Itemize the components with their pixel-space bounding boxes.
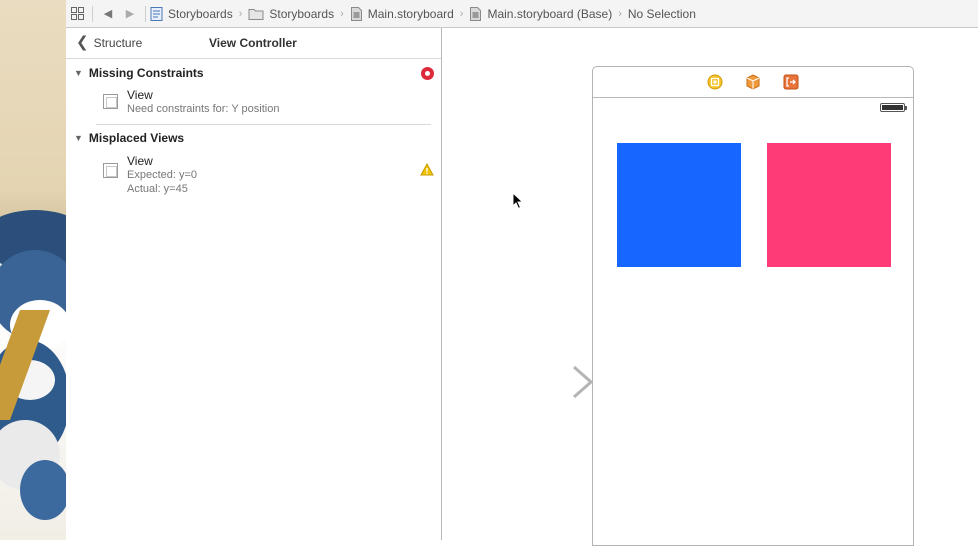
chevron-left-icon: ❮ [76,34,89,51]
desktop-wallpaper [0,0,66,540]
folder-icon [248,8,264,20]
issue-detail: Expected: y=0 [127,169,198,181]
breadcrumb-label: Main.storyboard [367,6,454,21]
back-nav-button[interactable]: ◀ [97,3,119,25]
section-title: Missing Constraints [88,66,204,80]
storyboard-file-icon [470,6,482,21]
issue-item[interactable]: View Need constraints for: Y position [66,86,441,124]
breadcrumb-chevron-icon: › [459,7,464,20]
blue-view[interactable] [617,143,741,267]
view-object-icon [103,163,118,178]
breadcrumb-storyboard-base[interactable]: Main.storyboard (Base) [469,6,613,21]
view-object-icon [103,94,118,109]
breadcrumb-label: Storyboards [168,6,233,21]
issue-view-name: View [127,154,153,168]
exit-icon[interactable] [783,74,799,90]
forward-arrow-icon: ▶ [125,8,135,20]
pink-view[interactable] [767,143,891,267]
mouse-pointer-icon [512,192,524,210]
storyboard-canvas[interactable] [443,28,978,546]
scene-dock [593,67,913,98]
first-responder-icon[interactable] [745,74,761,90]
back-button-label: Structure [93,36,143,50]
breadcrumb-chevron-icon: › [618,7,622,20]
jumpbar-separator [92,5,93,22]
breadcrumb-chevron-icon: › [340,7,344,20]
xcode-window: ◀ ▶ Storyboards › Storyboards › Main.sto… [66,0,978,546]
section-misplaced-views[interactable]: ▼ Misplaced Views [66,125,441,151]
breadcrumb-label: Main.storyboard (Base) [487,6,613,21]
jumpbar-separator [145,5,146,22]
panel-title: View Controller [209,36,297,50]
section-title: Misplaced Views [88,131,185,145]
structure-back-button[interactable]: ❮ Structure [66,34,143,51]
breadcrumb-label: No Selection [627,6,696,21]
breadcrumb-folder[interactable]: Storyboards [248,7,334,21]
battery-icon [880,103,907,112]
initial-view-controller-arrow-icon[interactable] [498,364,594,400]
issue-view-name: View [127,88,153,102]
storyboard-file-icon [350,6,362,21]
view-controller-scene[interactable] [592,66,914,546]
disclosure-triangle-icon[interactable]: ▼ [74,133,83,143]
issue-detail: Actual: y=45 [127,183,188,195]
issue-detail: Need constraints for: Y position [127,103,280,115]
back-arrow-icon: ◀ [103,8,113,20]
breadcrumb-storyboard[interactable]: Main.storyboard [350,6,454,21]
issue-item[interactable]: View Expected: y=0 Actual: y=45 [66,151,441,201]
disclosure-triangle-icon[interactable]: ▼ [74,68,83,78]
forward-nav-button[interactable]: ▶ [119,3,141,25]
view-controller-icon[interactable] [707,74,723,90]
breadcrumb-chevron-icon: › [238,7,243,20]
error-icon[interactable] [421,66,434,80]
breadcrumb-label: Storyboards [269,6,335,21]
related-items-button[interactable] [66,3,88,25]
grid-icon [70,7,84,20]
project-file-icon [150,6,163,21]
breadcrumb-project[interactable]: Storyboards [150,6,233,21]
jump-bar: ◀ ▶ Storyboards › Storyboards › Main.sto… [66,0,978,28]
issues-panel: ❮ Structure View Controller ▼ Missing Co… [66,28,442,540]
issues-header: ❮ Structure View Controller [66,28,441,59]
breadcrumb-selection[interactable]: No Selection [628,7,696,21]
warning-icon[interactable] [420,163,434,176]
section-missing-constraints[interactable]: ▼ Missing Constraints [66,60,441,86]
